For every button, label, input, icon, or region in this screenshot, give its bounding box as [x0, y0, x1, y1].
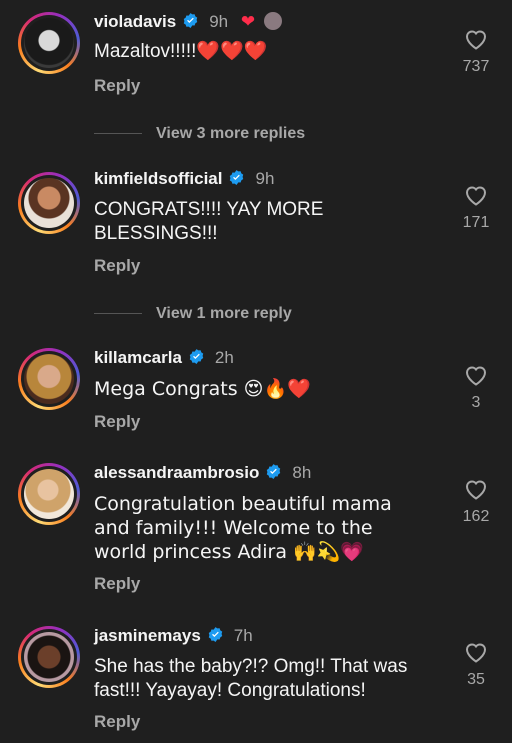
- username-link[interactable]: alessandraambrosio: [94, 463, 259, 482]
- divider: [94, 313, 142, 315]
- verified-badge-icon: [183, 13, 198, 28]
- heart-outline-icon: [465, 480, 487, 500]
- comment-username-row: violadavis 9h ❤: [94, 12, 282, 32]
- like-button[interactable]: 3: [446, 364, 506, 412]
- view-more-replies-button[interactable]: View 3 more replies: [94, 125, 305, 143]
- avatar[interactable]: [18, 348, 80, 410]
- username-link[interactable]: killamcarla: [94, 348, 182, 367]
- view-more-label: View 1 more reply: [156, 305, 292, 322]
- view-more-replies-button[interactable]: View 1 more reply: [94, 305, 292, 323]
- reply-button[interactable]: Reply: [94, 412, 140, 432]
- comment-time: 9h: [209, 12, 229, 31]
- view-more-label: View 3 more replies: [156, 125, 306, 142]
- comment-username-row: jasminemays 7h: [94, 626, 253, 646]
- like-button[interactable]: 737: [446, 28, 506, 76]
- reply-button[interactable]: Reply: [94, 256, 140, 276]
- verified-badge-icon: [208, 627, 223, 642]
- like-button[interactable]: 162: [446, 478, 506, 526]
- reply-button[interactable]: Reply: [94, 712, 140, 732]
- like-count: 35: [467, 671, 485, 688]
- heart-outline-icon: [465, 30, 487, 50]
- username-link[interactable]: kimfieldsofficial: [94, 169, 222, 188]
- comment-text: Congratulation beautiful mama and family…: [94, 493, 392, 563]
- username-link[interactable]: jasminemays: [94, 626, 201, 645]
- like-count: 162: [462, 508, 490, 525]
- avatar[interactable]: [18, 626, 80, 688]
- like-button[interactable]: 171: [446, 184, 506, 232]
- heart-red-icon: ❤: [240, 12, 256, 31]
- comment-time: 7h: [233, 626, 253, 645]
- comment-username-row: alessandraambrosio 8h: [94, 463, 311, 483]
- comment-text: She has the baby?!? Omg!! That was fast!…: [94, 656, 408, 701]
- liker-avatar: [263, 12, 282, 30]
- avatar[interactable]: [18, 463, 80, 525]
- verified-badge-icon: [189, 349, 204, 364]
- like-count: 737: [462, 58, 490, 75]
- avatar[interactable]: [18, 172, 80, 234]
- avatar[interactable]: [18, 12, 80, 74]
- like-button[interactable]: 35: [446, 641, 506, 689]
- heart-outline-icon: [465, 186, 487, 206]
- like-count: 3: [471, 394, 481, 411]
- comment-text: CONGRATS!!!! YAY MORE BLESSINGS!!!: [94, 199, 324, 244]
- comment-time: 9h: [255, 169, 275, 188]
- comment-text: Mega Congrats 😍🔥❤️: [94, 378, 311, 400]
- reply-button[interactable]: Reply: [94, 76, 140, 96]
- username-link[interactable]: violadavis: [94, 12, 176, 31]
- reply-button[interactable]: Reply: [94, 574, 140, 594]
- comment-time: 2h: [214, 348, 234, 367]
- verified-badge-icon: [267, 464, 281, 479]
- comment-username-row: kimfieldsofficial 9h: [94, 169, 274, 189]
- heart-outline-icon: [465, 366, 487, 386]
- comment-time: 8h: [292, 463, 312, 482]
- heart-outline-icon: [465, 643, 487, 663]
- divider: [94, 133, 142, 135]
- comment-text: Mazaltov!!!!!❤️❤️❤️: [94, 41, 268, 62]
- like-count: 171: [462, 214, 490, 231]
- verified-badge-icon: [230, 170, 244, 185]
- comment-username-row: killamcarla 2h: [94, 348, 234, 368]
